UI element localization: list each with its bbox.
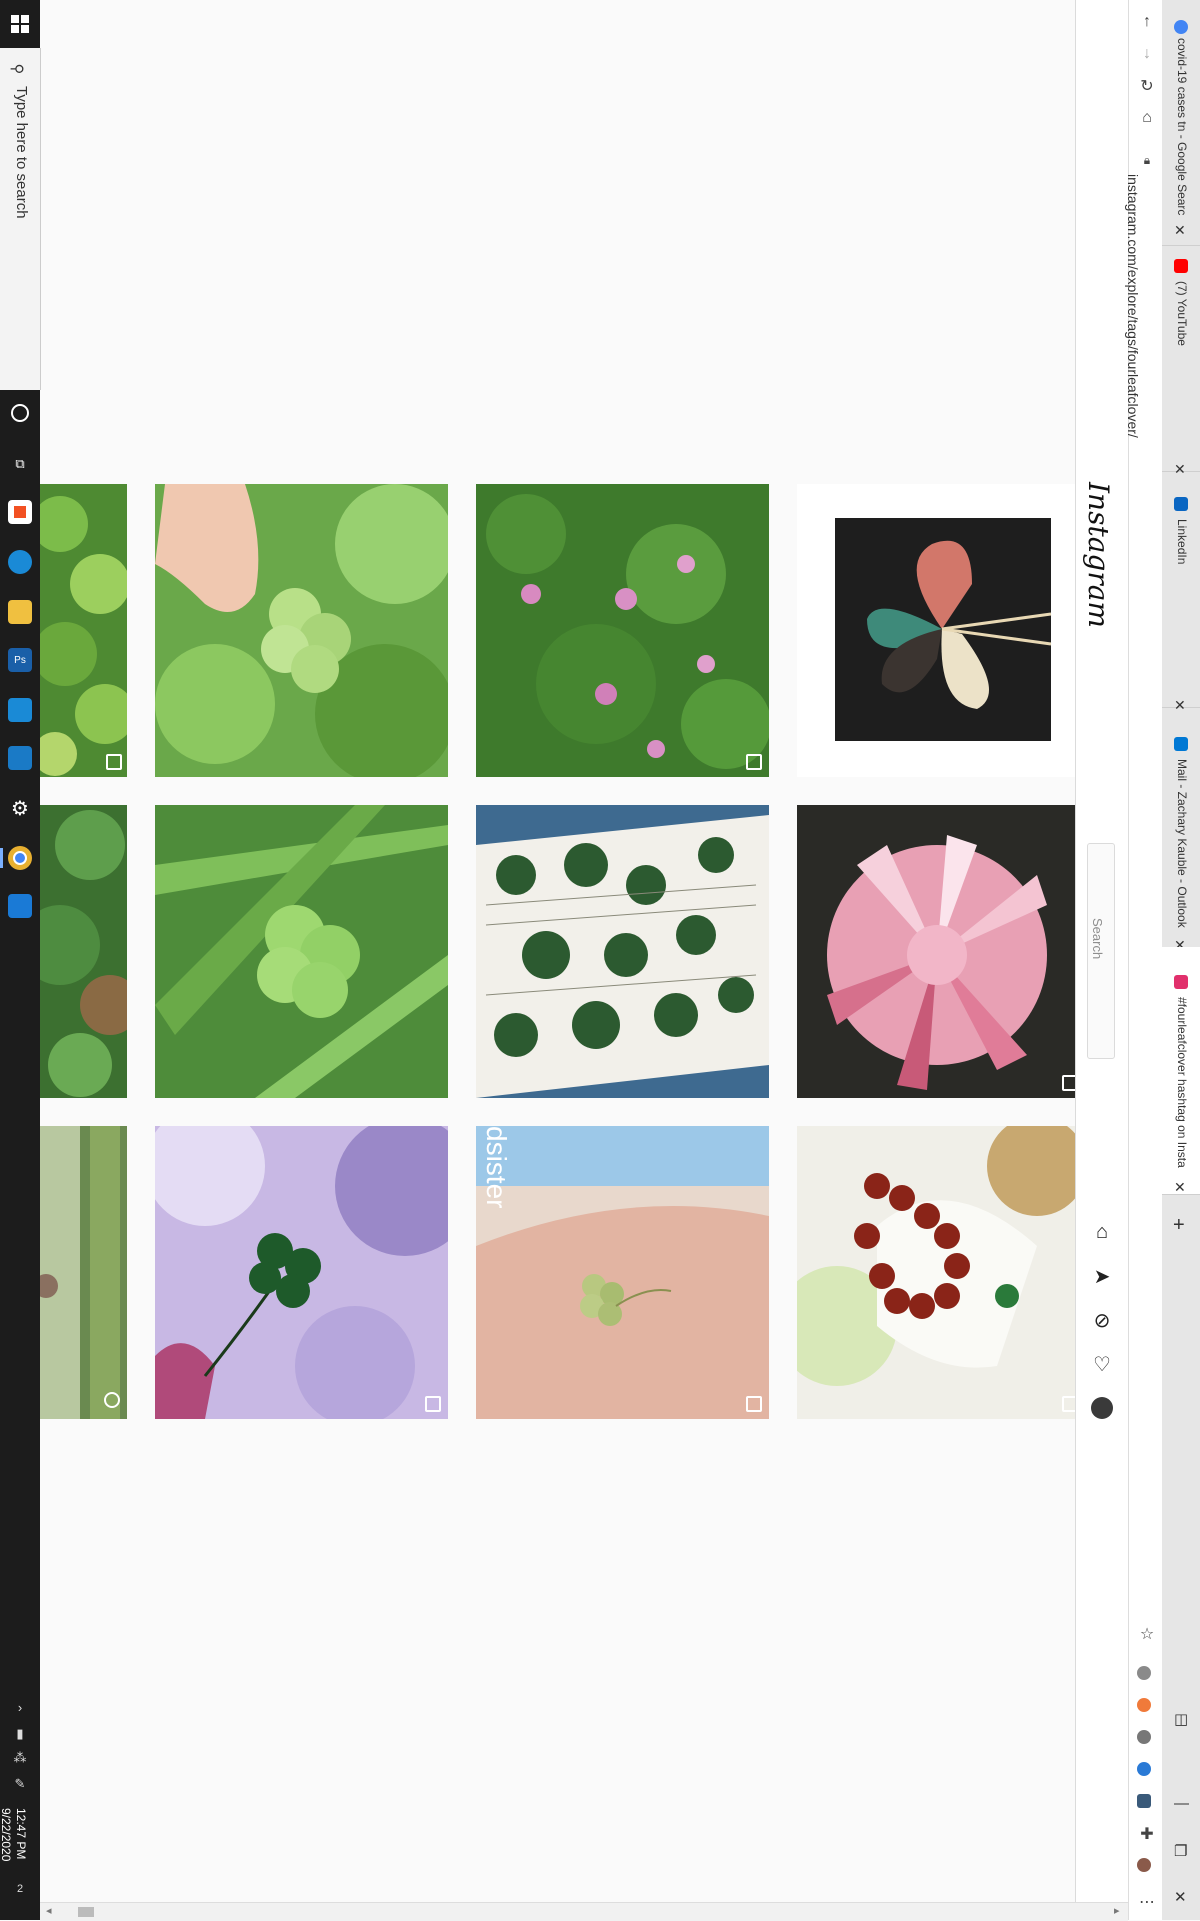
taskbar-clock[interactable]: 12:47 PM 9/22/2020 [0, 1808, 28, 1861]
close-icon[interactable]: ✕ [1174, 222, 1186, 239]
restore-button[interactable]: ❐ [1174, 1842, 1187, 1860]
windows-start-button[interactable] [0, 0, 40, 48]
settings-icon[interactable]: ⚙ [8, 796, 32, 820]
tab-youtube[interactable]: (7) YouTube ✕ [1162, 245, 1200, 477]
scroll-left-icon[interactable]: ◂ [46, 1904, 52, 1917]
scroll-right-icon[interactable]: ▸ [1114, 1904, 1120, 1917]
tab-outlook[interactable]: Mail - Zachary Kauble - Outlook ✕ [1162, 707, 1200, 953]
menu-icon[interactable]: ⋯ [1137, 1892, 1157, 1912]
notification-icon[interactable]: 2 [6, 1880, 34, 1895]
clock-time: 12:47 PM [14, 1808, 28, 1860]
notification-count: 2 [16, 1883, 24, 1895]
extension-icon[interactable] [1137, 1762, 1151, 1776]
post-tile[interactable] [476, 484, 769, 777]
post-tile[interactable] [797, 805, 1075, 1098]
new-tab-button[interactable]: + [1173, 1214, 1185, 1237]
close-window-button[interactable]: ✕ [1174, 1888, 1187, 1906]
tab-title: (7) YouTube [1175, 281, 1189, 346]
multiple-photos-icon [746, 1396, 762, 1412]
post-tile[interactable] [155, 484, 448, 777]
forward-icon[interactable]: ↓ [1137, 44, 1157, 64]
post-tile[interactable] [40, 484, 127, 777]
multiple-photos-icon [1062, 1396, 1075, 1412]
linkedin-icon [1174, 497, 1188, 511]
windows-icon [11, 15, 29, 33]
post-tile[interactable] [797, 1126, 1075, 1419]
post-tile[interactable]: dsister [476, 1126, 769, 1419]
azure-icon[interactable] [8, 698, 32, 722]
file-explorer-icon[interactable] [8, 600, 32, 624]
clock-date: 9/22/2020 [0, 1808, 13, 1862]
post-tile[interactable] [476, 805, 769, 1098]
explore-icon[interactable]: ⊘ [1090, 1308, 1114, 1332]
extension-icon[interactable] [1137, 1730, 1151, 1744]
search-placeholder: Type here to search [13, 86, 30, 219]
post-tile[interactable] [40, 1126, 127, 1419]
vscode-icon[interactable] [8, 894, 32, 918]
multiple-photos-icon [1062, 1075, 1075, 1091]
tab-instagram[interactable]: #fourleafclover hashtag on Insta ✕ [1162, 947, 1200, 1195]
home-icon[interactable]: ⌂ [1090, 1220, 1114, 1244]
store-icon[interactable] [8, 500, 32, 524]
multiple-photos-icon [106, 754, 122, 770]
star-icon[interactable]: ☆ [1137, 1624, 1157, 1644]
tab-title: covid-19 cases tn - Google Searc [1175, 38, 1189, 216]
instagram-logo[interactable]: Instagram [1082, 482, 1115, 628]
google-icon [1174, 20, 1188, 34]
close-icon[interactable]: ✕ [1174, 1179, 1186, 1196]
photoshop-icon[interactable]: Ps [8, 648, 32, 672]
search-placeholder: Search [1090, 918, 1105, 960]
avatar[interactable] [1090, 1396, 1114, 1420]
multiple-photos-icon [425, 1396, 441, 1412]
tab-title: Mail - Zachary Kauble - Outlook [1175, 759, 1189, 928]
avatar[interactable] [1137, 1858, 1151, 1872]
post-tile[interactable] [797, 484, 1075, 777]
multiple-photos-icon [746, 754, 762, 770]
remote-desktop-icon[interactable] [8, 746, 32, 770]
tab-title: LinkedIn [1175, 519, 1189, 565]
heart-icon[interactable]: ♡ [1090, 1352, 1114, 1376]
chrome-icon[interactable] [0, 846, 32, 870]
post-tile[interactable] [40, 805, 127, 1098]
post-tile[interactable] [155, 805, 448, 1098]
battery-icon[interactable]: ▮ [6, 1726, 34, 1742]
chevron-up-icon[interactable]: › [6, 1700, 34, 1715]
layout-icon[interactable]: ◫ [1174, 1710, 1188, 1728]
tab-title: #fourleafclover hashtag on Insta [1175, 997, 1189, 1168]
minimize-button[interactable]: — [1174, 1795, 1189, 1812]
network-icon[interactable]: ⁂ [6, 1750, 34, 1766]
extension-icon[interactable] [1137, 1698, 1151, 1712]
tab-google[interactable]: covid-19 cases tn - Google Searc ✕ [1162, 0, 1200, 246]
lock-icon: 🔒︎ [1143, 152, 1151, 167]
scrollbar-thumb[interactable] [78, 1907, 94, 1917]
puzzle-icon[interactable]: ✚ [1137, 1824, 1157, 1844]
outlook-icon [1174, 737, 1188, 751]
refresh-icon[interactable]: ↻ [1137, 76, 1157, 96]
extension-icon[interactable] [1137, 1666, 1151, 1680]
task-view-icon[interactable]: ⧉ [8, 452, 32, 476]
igtv-icon [104, 1392, 120, 1408]
taskbar-search-box[interactable]: ⚲ Type here to search [0, 48, 41, 390]
search-icon: ⚲ [8, 63, 26, 75]
extension-icon[interactable] [1137, 1794, 1151, 1808]
youtube-icon [1174, 259, 1188, 273]
cortana-icon[interactable] [11, 404, 29, 422]
back-icon[interactable]: ↑ [1137, 12, 1157, 32]
instagram-icon [1174, 975, 1188, 989]
home-icon[interactable]: ⌂ [1137, 108, 1157, 128]
edge-icon[interactable] [8, 550, 32, 574]
watermark-text: dsister [481, 1126, 512, 1209]
post-tile[interactable] [155, 1126, 448, 1419]
horizontal-scrollbar[interactable]: ◂ ▸ [40, 1902, 1128, 1921]
address-bar[interactable]: instagram.com/explore/tags/fourleafclove… [1125, 174, 1141, 438]
tab-linkedin[interactable]: LinkedIn ✕ [1162, 471, 1200, 713]
pen-icon[interactable]: ✎ [6, 1776, 34, 1792]
direct-message-icon[interactable]: ➤ [1090, 1264, 1114, 1288]
